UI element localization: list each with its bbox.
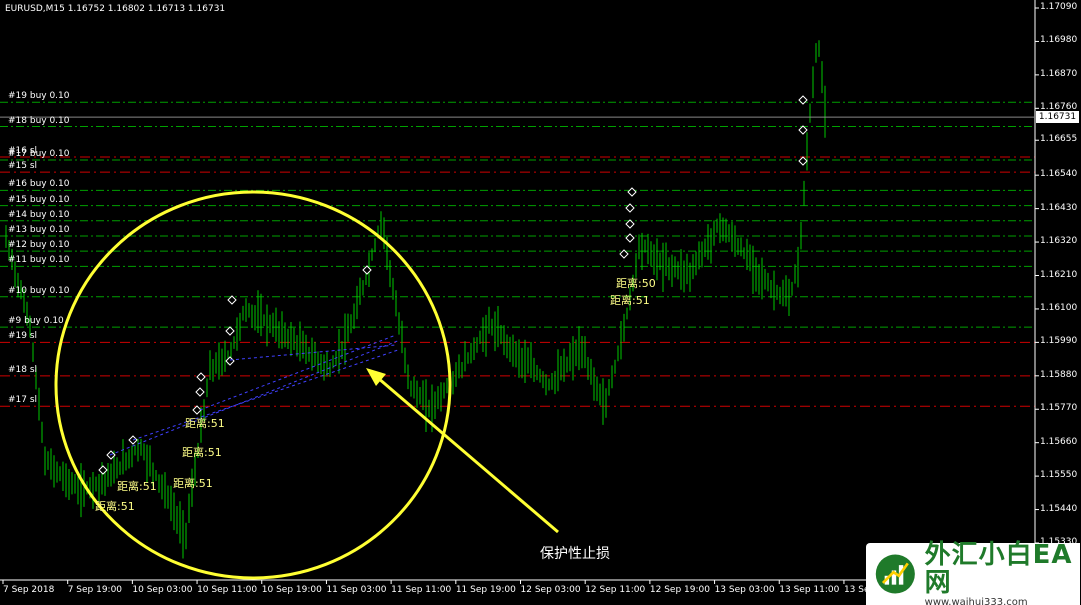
order-entry-marker [98,465,108,475]
trailing-stop-path [132,349,399,441]
price-tick-label: 1.16320 [1040,236,1078,247]
order-label[interactable]: #14 buy 0.10 [8,210,70,220]
price-chart[interactable] [0,0,1081,605]
price-tick-label: 1.15770 [1040,403,1078,414]
order-label[interactable]: #18 sl [8,365,37,375]
date-tick-label: 10 Sep 11:00 [197,585,258,595]
order-label[interactable]: #10 buy 0.10 [8,286,70,296]
distance-label: 距离:51 [610,294,650,307]
order-entry-marker [225,326,235,336]
order-label[interactable]: #9 buy 0.10 [8,316,64,326]
price-tick-label: 1.17090 [1040,2,1078,12]
price-tick-label: 1.16540 [1040,169,1078,180]
distance-label: 距离:51 [182,446,222,459]
order-label[interactable]: #19 buy 0.10 [8,91,70,101]
date-tick-label: 13 Sep 03:00 [714,585,775,595]
date-tick-label: 12 Sep 03:00 [520,585,581,595]
watermark-url: www.waihui333.com [924,596,1028,605]
current-price-badge: 1.16731 [1036,111,1079,124]
order-entry-marker [798,156,808,166]
watermark: 外汇小白EA网 www.waihui333.com [866,539,1080,605]
distance-label: 距离:50 [616,277,656,290]
date-tick-label: 12 Sep 11:00 [585,585,646,595]
distance-label: 距离:51 [95,500,135,513]
order-entry-marker [192,405,202,415]
price-tick-label: 1.16210 [1040,269,1078,280]
price-tick-label: 1.16100 [1040,302,1078,313]
order-label[interactable]: #19 sl [8,331,37,341]
order-label[interactable]: #17 sl [8,395,37,405]
order-entry-marker [225,356,235,366]
price-tick-label: 1.16655 [1040,134,1078,145]
trailing-stop-path [199,334,397,411]
price-tick-label: 1.15440 [1040,503,1078,514]
callout-text: 保护性止损 [540,546,610,562]
date-tick-label: 11 Sep 19:00 [455,585,516,595]
distance-label: 距离:51 [117,480,157,493]
date-tick-label: 11 Sep 03:00 [326,585,387,595]
order-label[interactable]: #16 buy 0.10 [8,179,70,189]
distance-label: 距离:51 [173,477,213,490]
symbol-info: EURUSD,M15 1.16752 1.16802 1.16713 1.167… [5,4,226,14]
price-tick-label: 1.16430 [1040,202,1078,213]
order-label[interactable]: #18 buy 0.10 [8,116,70,126]
order-entry-marker [798,125,808,135]
date-tick-label: 12 Sep 19:00 [649,585,710,595]
price-tick-label: 1.15880 [1040,369,1078,380]
order-entry-marker [627,187,637,197]
order-entry-marker [196,372,206,382]
price-tick-label: 1.16980 [1040,35,1078,46]
watermark-title: 外汇小白EA网 [924,539,1073,598]
order-label[interactable]: #11 buy 0.10 [8,255,70,265]
date-tick-label: 7 Sep 19:00 [67,585,123,595]
date-tick-label: 11 Sep 11:00 [391,585,452,595]
price-tick-label: 1.16870 [1040,68,1078,79]
date-tick-label: 10 Sep 03:00 [132,585,193,595]
order-label[interactable]: #12 buy 0.10 [8,240,70,250]
price-tick-label: 1.15660 [1040,436,1078,447]
mt4-chart-window[interactable]: EURUSD,M15 1.16752 1.16802 1.16713 1.167… [0,0,1081,605]
order-entry-marker [798,95,808,105]
trailing-stop-path [229,344,397,361]
order-label[interactable]: #16 sl [8,146,37,156]
order-entry-marker [195,387,205,397]
order-label[interactable]: #15 buy 0.10 [8,195,70,205]
order-entry-marker [625,233,635,243]
price-tick-label: 1.15550 [1040,470,1078,481]
price-tick-label: 1.15990 [1040,336,1078,347]
chart-logo-icon [875,554,915,594]
date-tick-label: 13 Sep 11:00 [779,585,840,595]
date-tick-label: 7 Sep 2018 [3,585,55,595]
highlight-circle [54,190,452,580]
order-entry-marker [362,265,372,275]
distance-label: 距离:51 [185,417,225,430]
order-label[interactable]: #15 sl [8,161,37,171]
order-label[interactable]: #13 buy 0.10 [8,225,70,235]
date-tick-label: 10 Sep 19:00 [261,585,322,595]
